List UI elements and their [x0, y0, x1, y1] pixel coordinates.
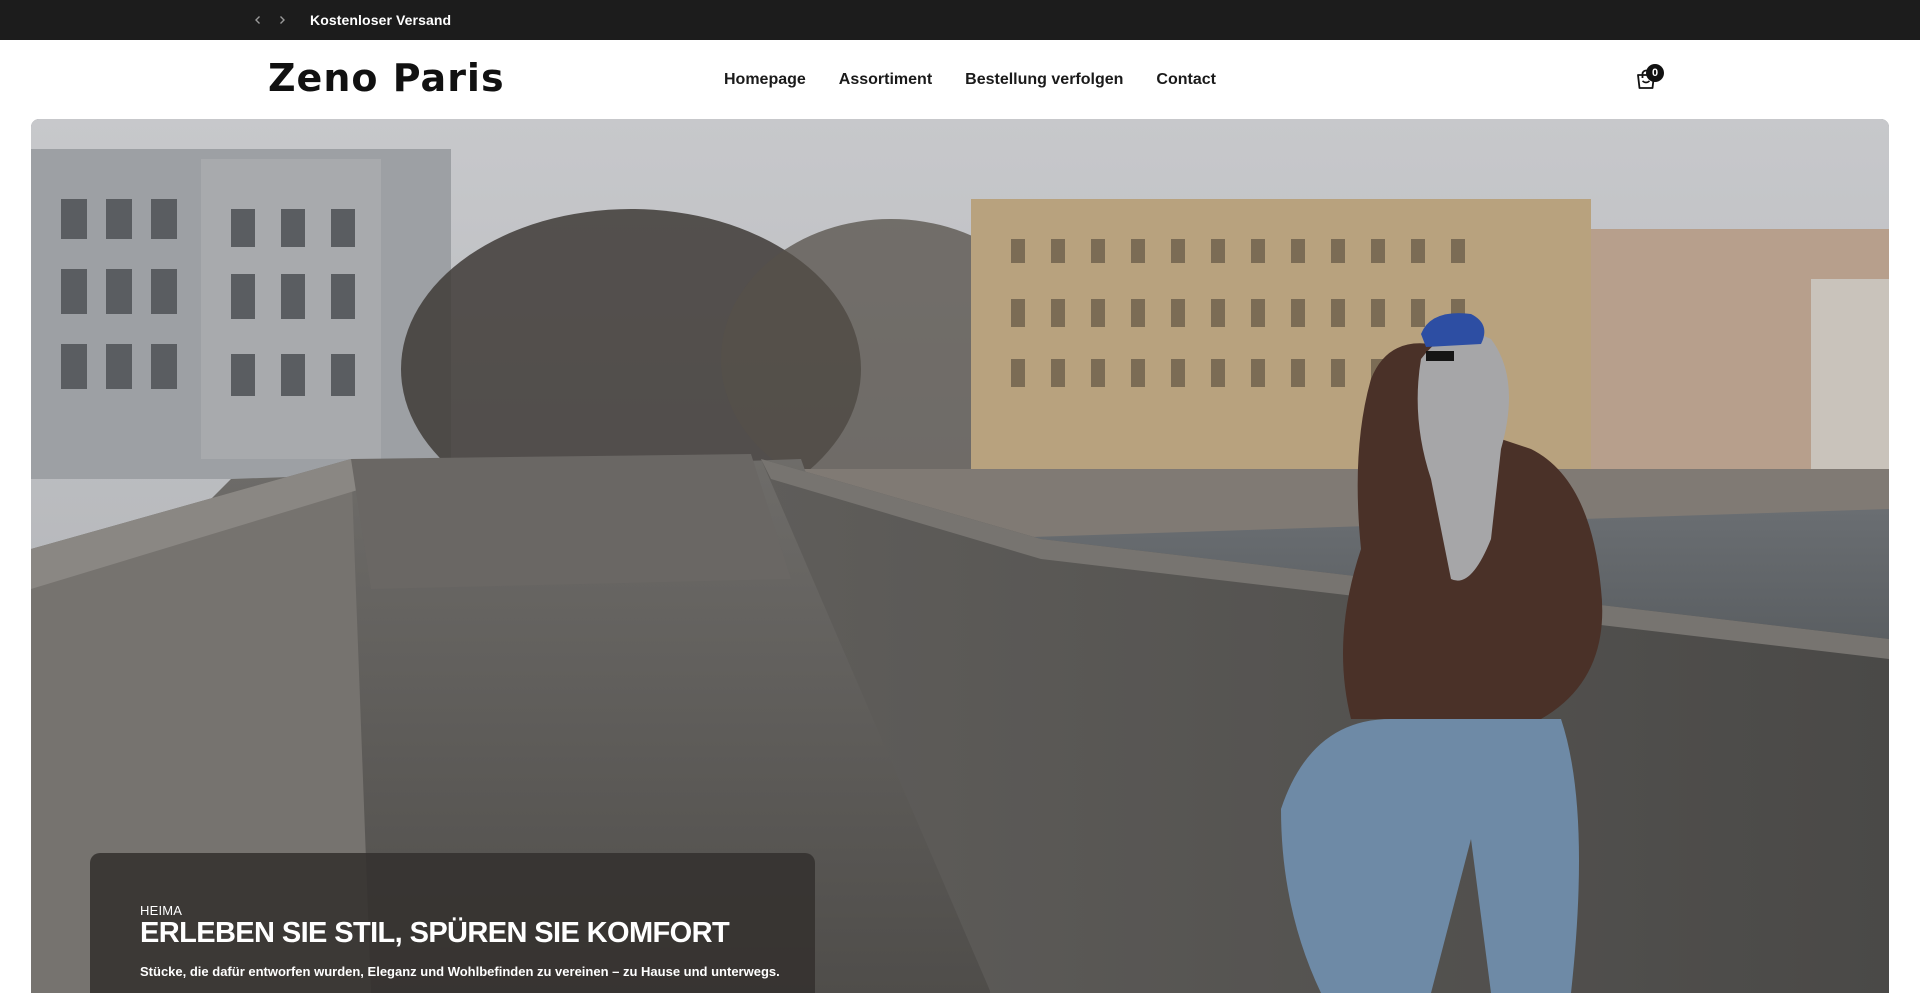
nav-item-bestellung-verfolgen[interactable]: Bestellung verfolgen	[965, 71, 1123, 89]
announcement-bar: Kostenloser Versand	[0, 0, 1920, 40]
nav-item-contact[interactable]: Contact	[1156, 71, 1216, 89]
hero-eyebrow: HEIMA	[140, 903, 183, 918]
site-logo[interactable]: Zeno Paris	[268, 52, 505, 104]
hero-banner: HEIMA ERLEBEN SIE STIL, SPÜREN SIE KOMFO…	[31, 119, 1889, 993]
announcement-text: Kostenloser Versand	[310, 12, 452, 28]
nav-item-homepage[interactable]: Homepage	[724, 71, 806, 89]
site-header: Zeno Paris Homepage Assortiment Bestellu…	[0, 40, 1920, 119]
hero-subtitle: Stücke, die dafür entworfen wurden, Eleg…	[140, 964, 780, 979]
hero-title: ERLEBEN SIE STIL, SPÜREN SIE KOMFORT	[140, 917, 730, 949]
cart-count-badge: 0	[1646, 64, 1664, 82]
main-nav: Homepage Assortiment Bestellung verfolge…	[724, 40, 1249, 119]
nav-item-assortiment[interactable]: Assortiment	[839, 71, 932, 89]
chevron-left-icon[interactable]	[249, 11, 267, 29]
hero-text-card: HEIMA ERLEBEN SIE STIL, SPÜREN SIE KOMFO…	[90, 853, 815, 993]
chevron-right-icon[interactable]	[273, 11, 291, 29]
